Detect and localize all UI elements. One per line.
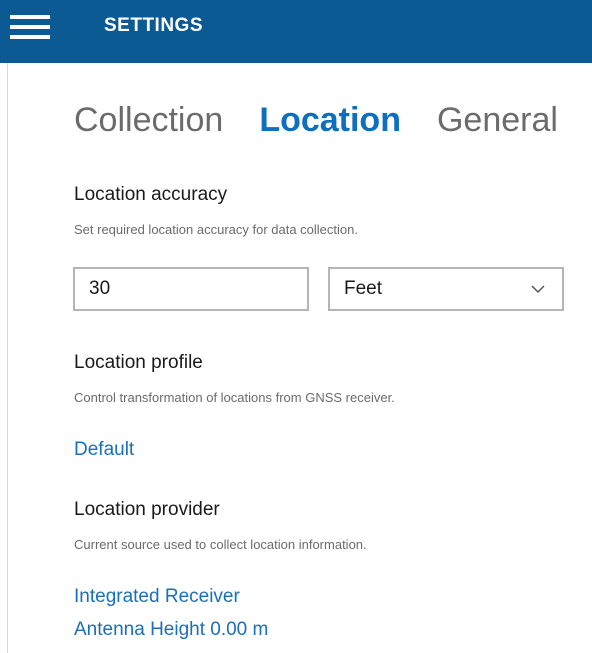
- header-title: SETTINGS: [104, 15, 204, 36]
- left-divider: [7, 63, 8, 653]
- chevron-down-icon: [531, 285, 545, 294]
- app-header: SETTINGS: [0, 0, 592, 63]
- accuracy-unit-select[interactable]: Feet: [328, 267, 564, 311]
- settings-tabs: Collection Location General: [74, 98, 592, 142]
- tab-location[interactable]: Location: [259, 98, 401, 142]
- tab-general[interactable]: General: [437, 98, 558, 142]
- location-profile-title: Location profile: [74, 352, 203, 373]
- location-provider-title: Location provider: [74, 499, 220, 520]
- location-accuracy-description: Set required location accuracy for data …: [74, 222, 358, 237]
- location-profile-default-link[interactable]: Default: [74, 439, 134, 461]
- antenna-height-value: Antenna Height 0.00 m: [74, 619, 269, 640]
- location-provider-description: Current source used to collect location …: [74, 537, 367, 552]
- hamburger-menu-icon[interactable]: [10, 15, 50, 41]
- location-accuracy-title: Location accuracy: [74, 184, 228, 205]
- tab-collection[interactable]: Collection: [74, 98, 223, 142]
- location-provider-link[interactable]: Integrated Receiver: [74, 586, 240, 608]
- location-profile-description: Control transformation of locations from…: [74, 390, 395, 405]
- accuracy-value-input[interactable]: 30: [73, 267, 309, 311]
- accuracy-unit-text: Feet: [344, 278, 383, 299]
- accuracy-value-text: 30: [89, 278, 111, 299]
- settings-window: SETTINGS Collection Location General Locat…: [0, 0, 592, 653]
